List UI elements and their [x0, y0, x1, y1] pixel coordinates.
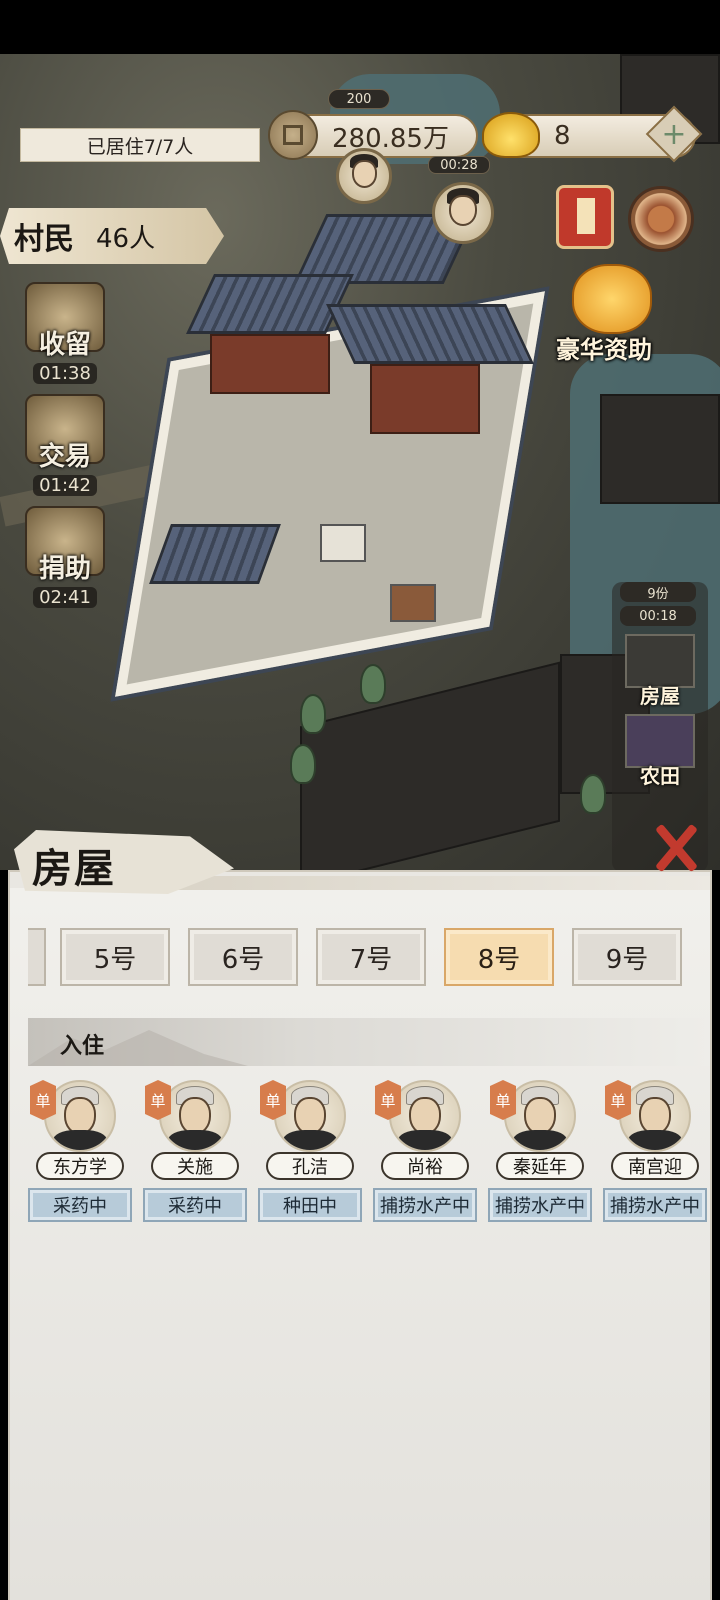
resident-name: 东方学	[36, 1152, 124, 1180]
shelter-label: 收留	[38, 330, 91, 360]
luxury-gift-icon[interactable]	[572, 264, 652, 334]
single-tag: 单	[30, 1080, 56, 1120]
face	[449, 195, 477, 226]
plus-icon: +	[661, 116, 687, 152]
robe	[627, 1130, 683, 1150]
panel-title: 房屋	[32, 845, 116, 892]
resident-name: 南宫迎	[611, 1152, 699, 1180]
shortcut-timer: 00:18	[620, 606, 696, 626]
resident-status[interactable]: 种田中	[258, 1188, 362, 1222]
ingot-value: 8	[554, 121, 571, 151]
villager-title: 村民	[14, 222, 74, 257]
single-tag: 单	[145, 1080, 171, 1120]
wooden-table	[390, 584, 436, 622]
villager-count: 46人	[96, 223, 156, 254]
residency-label: 已居住7/7人	[20, 128, 260, 162]
resident-name: 秦延年	[496, 1152, 584, 1180]
tree	[580, 774, 606, 814]
shelter-button[interactable]: 收留 01:38	[20, 282, 110, 384]
shortcut-house-label: 房屋	[640, 684, 680, 708]
resident-name: 孔洁	[266, 1152, 354, 1180]
merchant-portrait[interactable]	[432, 182, 494, 244]
face	[351, 160, 377, 188]
single-tag: 单	[260, 1080, 286, 1120]
section-title: 入住	[60, 1033, 105, 1059]
tab-house-9[interactable]: 9号	[572, 928, 682, 986]
robe	[512, 1130, 568, 1150]
resident-card[interactable]: 单孔洁种田中	[258, 1080, 362, 1222]
resident-status[interactable]: 捕捞水产中	[373, 1188, 477, 1222]
hall-roof	[326, 304, 534, 364]
robe	[282, 1130, 338, 1150]
coin-icon	[268, 110, 318, 160]
shortcut-farm[interactable]: 农田	[616, 714, 704, 794]
visitor-timer: 00:28	[428, 156, 490, 174]
gate-roof	[149, 524, 281, 584]
close-button[interactable]	[650, 820, 702, 872]
tab-house-7[interactable]: 7号	[316, 928, 426, 986]
coin-value: 280.85万	[332, 123, 449, 154]
donate-label: 捐助	[38, 554, 91, 584]
resident-card[interactable]: 单秦延年 捕捞水产中	[488, 1080, 592, 1222]
resident-status[interactable]: 捕捞水产中	[488, 1188, 592, 1222]
single-tag: 单	[375, 1080, 401, 1120]
single-tag: 单	[490, 1080, 516, 1120]
resident-name: 尚裕	[381, 1152, 469, 1180]
stone-table	[320, 524, 366, 562]
hall-wall	[370, 364, 480, 434]
resident-card[interactable]: 单南宫迎 捕捞水产中	[603, 1080, 707, 1222]
resident-status[interactable]: 捕捞水产中	[603, 1188, 707, 1222]
visitor-portrait[interactable]	[336, 148, 392, 204]
gold-ingot-icon	[482, 112, 540, 158]
panel-background	[10, 888, 710, 1600]
tab-house-5[interactable]: 5号	[60, 928, 170, 986]
robe	[167, 1130, 223, 1150]
trade-timer: 01:42	[33, 475, 97, 496]
single-tag: 单	[605, 1080, 631, 1120]
robe	[397, 1130, 453, 1150]
resident-card[interactable]: 单尚裕捕捞水产中	[373, 1080, 477, 1222]
tab-house-6[interactable]: 6号	[188, 928, 298, 986]
top-badge: 200	[328, 89, 390, 109]
donate-timer: 02:41	[33, 587, 97, 608]
trade-button[interactable]: 交易 01:42	[20, 394, 110, 496]
resident-status[interactable]: 采药中	[143, 1188, 247, 1222]
top-badge-value: 200	[346, 91, 372, 107]
resident-card[interactable]: 单关施 采药中	[143, 1080, 247, 1222]
trade-label: 交易	[38, 442, 91, 472]
red-book-icon[interactable]	[556, 185, 614, 249]
shortcut-count: 9份	[620, 582, 696, 602]
tab-house-8[interactable]: 8号	[444, 928, 554, 986]
villager-banner[interactable]: 村民 46人	[0, 208, 224, 264]
resident-name: 关施	[151, 1152, 239, 1180]
selected-courtyard[interactable]	[80, 214, 640, 774]
section-bar	[28, 1018, 710, 1066]
shortcut-farm-label: 农田	[640, 764, 680, 788]
robe	[52, 1130, 108, 1150]
shelter-timer: 01:38	[33, 363, 97, 384]
status-bar	[0, 0, 720, 54]
hall-wall	[210, 334, 330, 394]
header-divider	[140, 876, 710, 890]
donate-button[interactable]: 捐助 02:41	[20, 506, 110, 608]
tab-previous-edge[interactable]	[28, 928, 46, 986]
luxury-label[interactable]: 豪华资助	[556, 330, 652, 365]
gear-icon[interactable]	[628, 186, 694, 252]
resident-card[interactable]: 单东方学采药中	[28, 1080, 132, 1222]
resident-status[interactable]: 采药中	[28, 1188, 132, 1222]
shortcut-house[interactable]: 房屋	[616, 634, 704, 714]
